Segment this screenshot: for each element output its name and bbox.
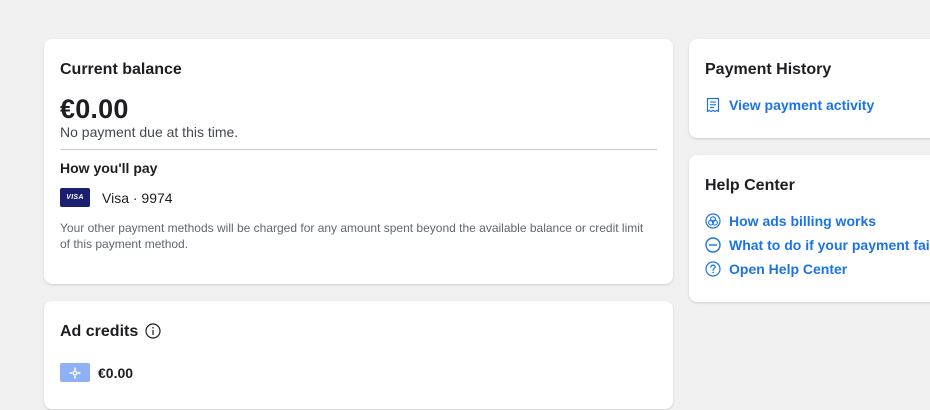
- balance-status: No payment due at this time.: [60, 124, 239, 140]
- payment-history-card: Payment History View payment activity: [689, 39, 930, 138]
- ad-credits-amount: €0.00: [98, 364, 134, 381]
- balance-amount: €0.00: [60, 94, 129, 124]
- ad-credits-title: Ad credits: [60, 323, 139, 340]
- ad-credits-row: €0.00: [60, 363, 133, 382]
- current-balance-card: Current balance €0.00 No payment due at …: [44, 39, 673, 284]
- ad-credit-badge-icon: [60, 363, 90, 382]
- current-balance-title: Current balance: [60, 61, 182, 78]
- payment-method-label: Visa · 9974: [102, 189, 173, 206]
- help-link-ads-billing-label: How ads billing works: [729, 213, 877, 229]
- help-center-title: Help Center: [705, 177, 795, 194]
- view-payment-activity-label: View payment activity: [729, 97, 875, 113]
- minus-circle-icon: [705, 237, 721, 253]
- visa-card-icon: VISA: [60, 188, 90, 207]
- help-center-card: Help Center How ads billing works What t…: [689, 155, 930, 302]
- payment-method-row: VISA Visa · 9974: [60, 188, 173, 207]
- payment-method-note: Your other payment methods will be charg…: [60, 221, 644, 251]
- how-you-pay-heading: How you'll pay: [60, 160, 158, 176]
- payment-history-title: Payment History: [705, 61, 832, 78]
- help-link-payment-fails-label: What to do if your payment fails: [729, 237, 930, 253]
- ad-credits-card: Ad credits €0.00: [44, 301, 673, 409]
- receipt-icon: [706, 97, 720, 113]
- billing-icon: [705, 213, 721, 229]
- divider: [60, 149, 657, 150]
- help-link-payment-fails[interactable]: What to do if your payment fails: [705, 237, 930, 253]
- info-icon[interactable]: [145, 323, 161, 339]
- question-circle-icon: [705, 261, 721, 277]
- help-link-open-help-center[interactable]: Open Help Center: [705, 261, 847, 277]
- help-link-ads-billing[interactable]: How ads billing works: [705, 213, 876, 229]
- view-payment-activity-link[interactable]: View payment activity: [705, 97, 874, 113]
- help-link-open-help-center-label: Open Help Center: [729, 261, 848, 277]
